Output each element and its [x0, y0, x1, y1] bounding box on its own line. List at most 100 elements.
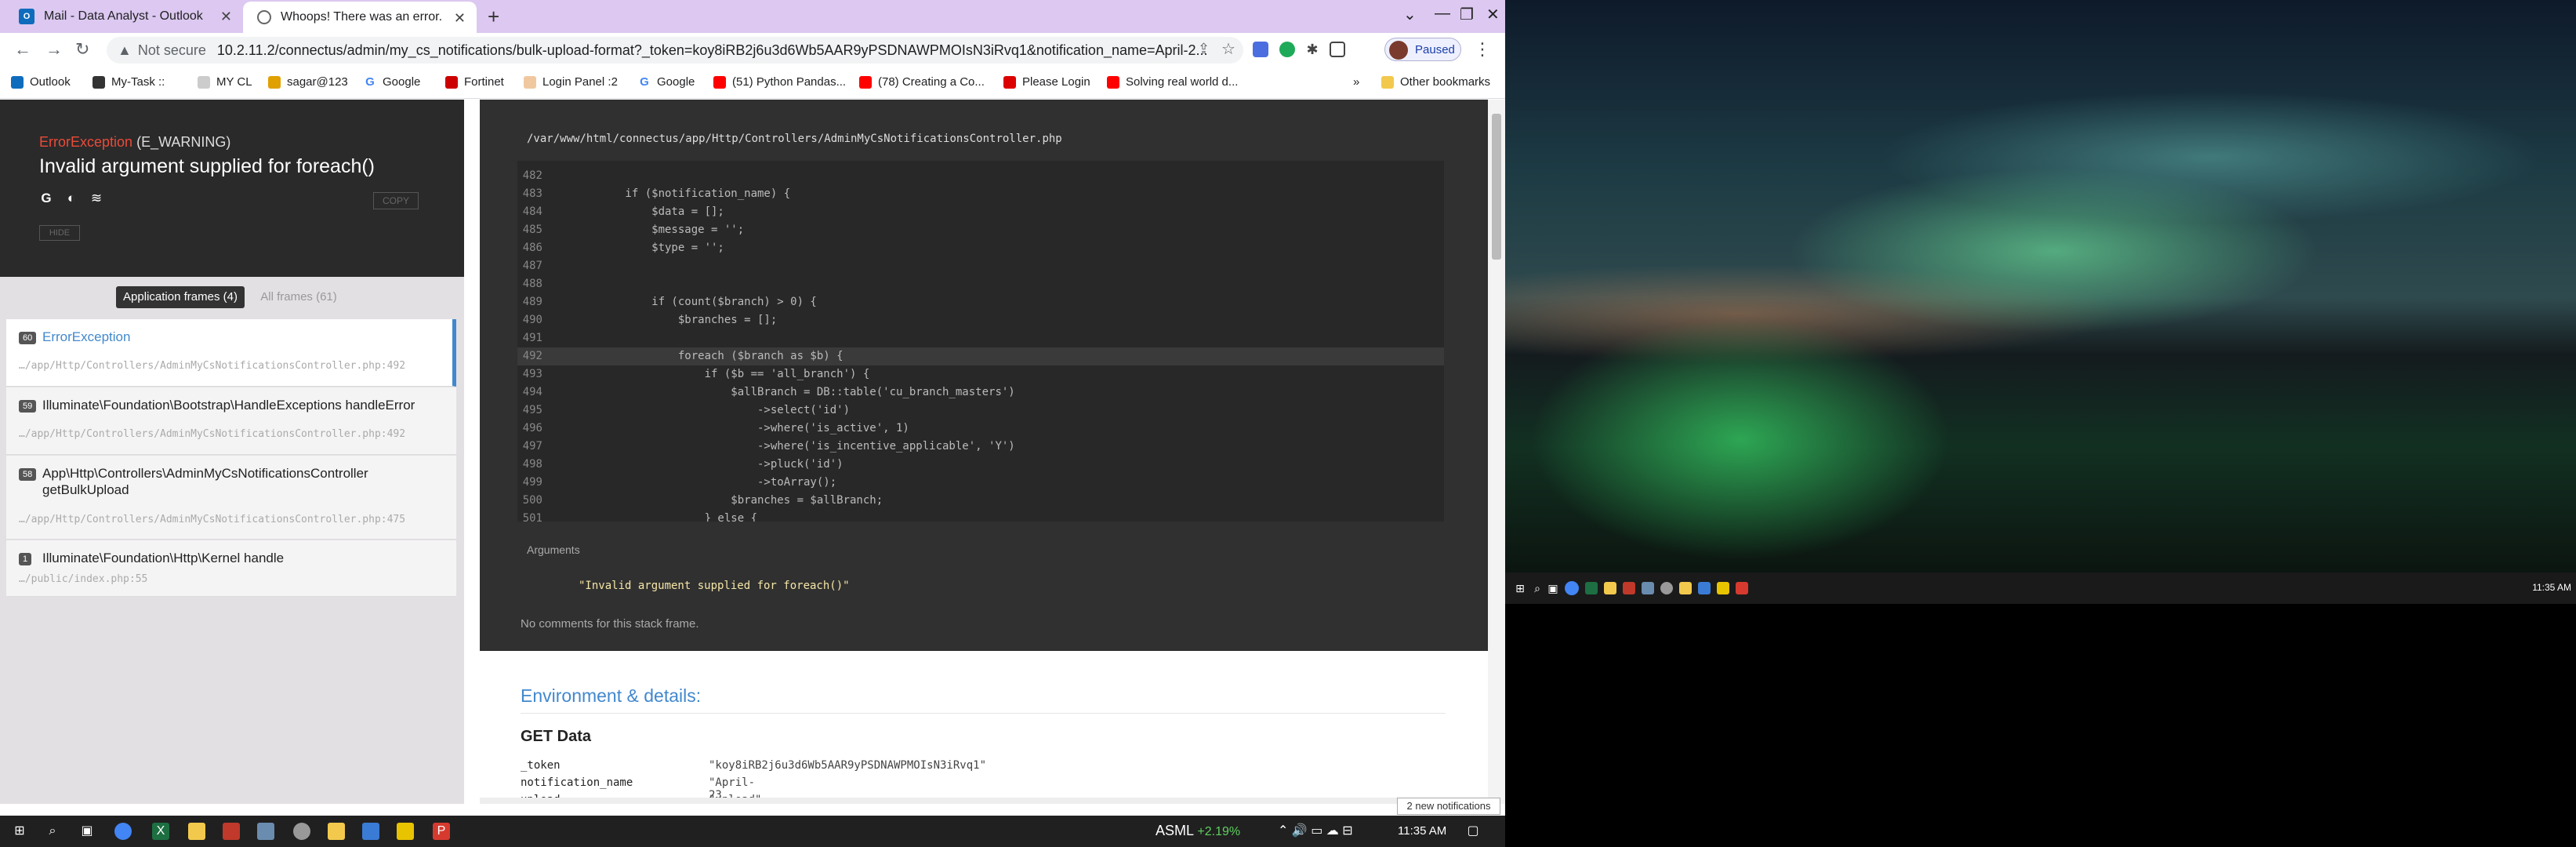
notification-toast[interactable]: 2 new notifications	[1397, 798, 1500, 815]
bookmark-outlook[interactable]: Outlook	[11, 75, 71, 89]
profile-button[interactable]: Paused	[1384, 38, 1461, 61]
taskbar: ⊞ ⌕ ▣ X P ASML +2.19% ⌃ 🔊 ▭ ☁ ⊟ 11:35 AM…	[0, 816, 1505, 847]
google-search-icon[interactable]: G	[38, 191, 55, 208]
reload-button[interactable]: ↻	[75, 39, 89, 60]
folder-icon	[1381, 75, 1394, 89]
line-number: 496	[522, 422, 542, 434]
duckduckgo-search-icon[interactable]: ◐	[63, 191, 80, 208]
excel-icon[interactable]: X	[152, 823, 169, 840]
line-text: $data = [];	[572, 205, 724, 218]
close-window-button[interactable]: ✕	[1486, 5, 1500, 24]
bookmark-python-pandas[interactable]: (51) Python Pandas...	[713, 75, 846, 89]
app-icon[interactable]	[1698, 582, 1711, 594]
calculator-icon[interactable]	[257, 823, 274, 840]
star-icon[interactable]: ☆	[1221, 39, 1235, 59]
bookmarks-bar: Outlook My-Task :: MY CL sagar@123 G Goog…	[0, 67, 1505, 99]
calculator-icon[interactable]	[1642, 582, 1654, 594]
system-tray[interactable]: ⌃ 🔊 ▭ ☁ ⊟	[1278, 823, 1353, 838]
task-view-icon[interactable]: ▣	[1544, 580, 1562, 597]
app-icon[interactable]	[223, 823, 240, 840]
line-number: 489	[522, 296, 542, 308]
copy-button[interactable]: COPY	[373, 192, 419, 209]
line-text: ->select('id')	[572, 404, 851, 416]
bookmark-creating[interactable]: (78) Creating a Co...	[859, 75, 985, 89]
notification-center-icon[interactable]: ▢	[1464, 823, 1482, 840]
app-icon[interactable]	[1623, 582, 1635, 594]
bookmark-google-2[interactable]: G Google	[638, 75, 695, 89]
chrome-icon[interactable]	[1565, 581, 1579, 595]
page-icon	[1003, 75, 1016, 89]
grammarly-extension-icon[interactable]	[1279, 42, 1295, 57]
code-line: 490 $branches = [];	[517, 311, 1444, 329]
windows-start-icon[interactable]: ⊞	[1511, 580, 1529, 597]
bookmark-solving[interactable]: Solving real world d...	[1107, 75, 1238, 89]
back-button[interactable]: ←	[14, 39, 31, 60]
sticky-notes-icon[interactable]	[188, 823, 205, 840]
search-icon[interactable]: ⌕	[1529, 580, 1546, 597]
stack-frame[interactable]: 58 App\Http\Controllers\AdminMyCsNotific…	[6, 456, 456, 540]
clock[interactable]: 11:35 AM	[2532, 582, 2571, 593]
stackoverflow-search-icon[interactable]: ≋	[88, 191, 105, 208]
horizontal-scrollbar[interactable]	[480, 798, 1488, 804]
excel-icon[interactable]	[1585, 582, 1598, 594]
bookmark-my-task[interactable]: My-Task ::	[93, 75, 165, 89]
powerpoint-icon[interactable]: P	[433, 823, 450, 840]
powerpoint-icon[interactable]	[1736, 582, 1748, 594]
page-icon	[268, 75, 281, 89]
file-path: /var/www/html/connectus/app/Http/Control…	[527, 133, 1062, 145]
close-icon[interactable]: ✕	[454, 10, 466, 27]
menu-kebab-icon[interactable]: ⋮	[1474, 39, 1491, 60]
chrome-icon[interactable]	[114, 823, 132, 840]
close-icon[interactable]: ✕	[220, 9, 232, 25]
task-view-icon[interactable]: ▣	[78, 823, 96, 840]
hide-button[interactable]: HIDE	[39, 225, 80, 241]
code-frame-panel: /var/www/html/connectus/app/Http/Control…	[480, 100, 1488, 651]
sticky-notes-icon[interactable]	[1604, 582, 1616, 594]
bookmarks-overflow[interactable]: »	[1353, 75, 1359, 89]
line-text: ->pluck('id')	[572, 458, 844, 471]
other-bookmarks[interactable]: Other bookmarks	[1381, 75, 1490, 89]
translate-extension-icon[interactable]	[1253, 42, 1268, 57]
extensions-puzzle-icon[interactable]: ✱	[1304, 42, 1320, 57]
stack-frame[interactable]: 60 ErrorException …/app/Http/Controllers…	[6, 319, 456, 387]
file-explorer-icon[interactable]	[1679, 582, 1692, 594]
address-bar[interactable]: ▲ Not secure 10.2.11.2/connectus/admin/m…	[107, 37, 1243, 64]
code-line: 484 $data = [];	[517, 203, 1444, 221]
search-icon[interactable]: ⌕	[44, 823, 61, 840]
tab-whoops[interactable]: Whoops! There was an error. ✕	[243, 2, 477, 33]
maximize-button[interactable]: ❐	[1460, 5, 1474, 24]
bookmark-google[interactable]: G Google	[364, 75, 420, 89]
line-number: 500	[522, 494, 542, 507]
forward-button[interactable]: →	[45, 39, 63, 60]
windows-start-icon[interactable]: ⊞	[11, 823, 28, 840]
tab-outlook[interactable]: O Mail - Data Analyst - Outlook ✕	[5, 0, 243, 33]
stack-frame[interactable]: 1 Illuminate\Foundation\Http\Kernel hand…	[6, 540, 456, 597]
stock-widget[interactable]: ASML +2.19%	[1156, 823, 1240, 839]
youtube-icon	[713, 75, 726, 89]
new-tab-button[interactable]: +	[488, 5, 499, 29]
vertical-scrollbar[interactable]	[1488, 100, 1505, 804]
app-icon[interactable]	[397, 823, 414, 840]
file-explorer-icon[interactable]	[328, 823, 345, 840]
code-line: 495 ->select('id')	[517, 402, 1444, 420]
tab-application-frames[interactable]: Application frames (4)	[116, 286, 245, 308]
environment-heading: Environment & details:	[521, 685, 702, 706]
bookmark-sagar[interactable]: sagar@123	[268, 75, 348, 89]
clock[interactable]: 11:35 AM	[1398, 824, 1446, 838]
app-icon[interactable]	[293, 823, 310, 840]
tab-all-frames[interactable]: All frames (61)	[256, 286, 342, 308]
bookmark-please-login[interactable]: Please Login	[1003, 75, 1090, 89]
scrollbar-thumb[interactable]	[1492, 114, 1501, 260]
sidepanel-icon[interactable]	[1330, 42, 1345, 57]
app-icon[interactable]	[1717, 582, 1729, 594]
bookmark-my-cl[interactable]: MY CL	[198, 75, 252, 89]
tab-search-icon[interactable]: ⌄	[1403, 5, 1417, 24]
stack-frame[interactable]: 59 Illuminate\Foundation\Bootstrap\Handl…	[6, 387, 456, 455]
share-icon[interactable]: ⇪	[1198, 41, 1210, 57]
bookmark-login-panel[interactable]: Login Panel :2	[524, 75, 618, 89]
bookmark-fortinet[interactable]: Fortinet	[445, 75, 504, 89]
app-icon[interactable]	[1660, 582, 1673, 594]
app-icon[interactable]	[362, 823, 379, 840]
get-data-row: notification_name"April-23 Month Salary …	[521, 776, 756, 804]
minimize-button[interactable]: —	[1435, 5, 1450, 23]
